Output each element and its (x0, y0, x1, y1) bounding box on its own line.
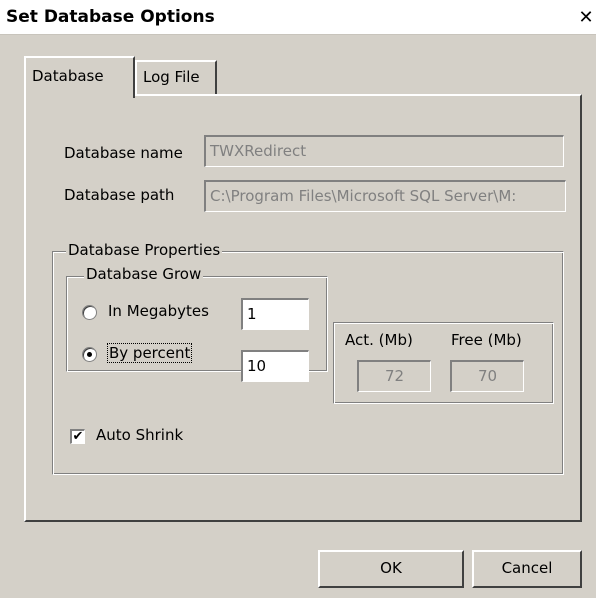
cancel-button[interactable]: Cancel (472, 550, 582, 588)
database-grow-title: Database Grow (84, 265, 204, 283)
database-name-field[interactable]: TWXRedirect (204, 135, 564, 167)
in-megabytes-label[interactable]: In Megabytes (108, 302, 209, 320)
by-percent-input[interactable]: 10 (241, 350, 309, 382)
close-icon[interactable]: ✕ (576, 8, 596, 28)
tab-log-file[interactable]: Log File (135, 60, 217, 94)
by-percent-radio[interactable] (82, 347, 97, 362)
database-path-field[interactable]: C:\Program Files\Microsoft SQL Server\M: (204, 180, 566, 212)
act-mb-label: Act. (Mb) (345, 331, 413, 349)
in-megabytes-input[interactable]: 1 (241, 298, 309, 330)
by-percent-label[interactable]: By percent (107, 343, 193, 363)
auto-shrink-label[interactable]: Auto Shrink (96, 426, 183, 444)
in-megabytes-radio[interactable] (82, 305, 97, 320)
ok-button[interactable]: OK (318, 550, 464, 588)
window-title: Set Database Options (6, 7, 215, 27)
database-name-label: Database name (64, 144, 183, 162)
tab-database[interactable]: Database (24, 56, 135, 98)
title-bar: Set Database Options ✕ (0, 0, 596, 35)
act-mb-field: 72 (357, 360, 431, 392)
tab-log-file-label: Log File (143, 68, 200, 86)
tab-database-label: Database (32, 67, 104, 85)
free-mb-field: 70 (450, 360, 524, 392)
auto-shrink-checkbox[interactable]: ✔ (70, 429, 85, 444)
free-mb-label: Free (Mb) (451, 331, 522, 349)
database-properties-title: Database Properties (66, 241, 223, 259)
database-path-label: Database path (64, 186, 175, 204)
